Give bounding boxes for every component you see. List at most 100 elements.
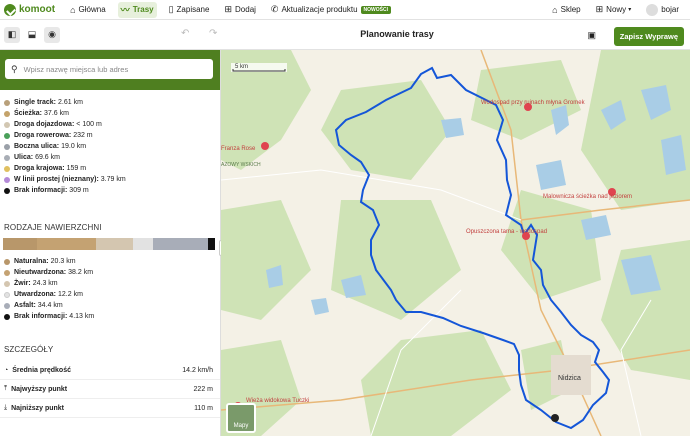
- plus-icon: ⊞: [224, 4, 233, 14]
- legend-dot: [4, 110, 10, 117]
- poi-label: Franza Rose: [221, 146, 256, 152]
- legend-label: Nieutwardzona:: [14, 269, 67, 276]
- legend-dot: [4, 258, 10, 265]
- nav-shop[interactable]: ⌂ Sklep: [549, 2, 583, 18]
- legend-value: 12.2 km: [58, 291, 83, 298]
- legend-label: Brak informacji:: [14, 313, 68, 320]
- legend-value: 20.3 km: [50, 258, 76, 265]
- home-icon: ⌂: [70, 4, 76, 15]
- legend-label: Boczna ulica:: [14, 143, 60, 150]
- legend-dot: [4, 313, 10, 320]
- map-layers-button[interactable]: Mapy: [226, 403, 256, 433]
- town-label: Nidzica: [558, 375, 581, 382]
- legend-value: 34.4 km: [37, 302, 63, 309]
- detail-value: 110 m: [194, 404, 213, 412]
- legend-value: 19.0 km: [61, 143, 87, 150]
- legend-item: Żwir: 24.3 km: [4, 278, 219, 289]
- legend-item: Asfalt: 34.4 km: [4, 300, 219, 311]
- nav-routes-label: Trasy: [132, 5, 154, 14]
- legend-label: Droga dojazdowa:: [14, 121, 75, 128]
- map[interactable]: 5 km Wodospad przy ruinach młyna Gromek …: [221, 50, 690, 436]
- search-input[interactable]: ⚲ Wpisz nazwę miejsca lub adres: [5, 59, 213, 79]
- legend-value: 232 m: [73, 132, 93, 139]
- scale-label: 5 km: [235, 64, 248, 70]
- nav-new[interactable]: ⊞ Nowy ▾: [593, 2, 635, 18]
- split-view-icon[interactable]: ▣: [587, 30, 596, 41]
- legend-dot: [4, 121, 10, 128]
- legend-item: Droga krajowa: 159 m: [4, 163, 219, 174]
- detail-row-speed: ◔ Średnia prędkość 14.2 km/h: [0, 361, 220, 380]
- legend-dot: [4, 154, 10, 161]
- legend-item: Naturalna: 20.3 km: [4, 256, 219, 267]
- detail-value: 14.2 km/h: [182, 366, 213, 374]
- legend-label: Naturalna:: [14, 258, 49, 265]
- nav-add[interactable]: ⊞ Dodaj: [221, 2, 258, 18]
- surface-bar: [3, 238, 215, 250]
- legend-dot: [4, 187, 10, 194]
- legend-item: W linii prostej (nieznany): 3.79 km: [4, 174, 219, 185]
- user-menu[interactable]: bojar: [643, 2, 682, 18]
- surface-legend: Naturalna: 20.3 km Nieutwardzona: 38.2 km …: [4, 256, 219, 322]
- surface-bar-segment: [3, 238, 37, 250]
- legend-item: Boczna ulica: 19.0 km: [4, 141, 219, 152]
- legend-value: 69.6 km: [35, 154, 60, 161]
- search-header: ⚲ Wpisz nazwę miejsca lub adres: [0, 50, 220, 90]
- surface-bar-segment: [96, 238, 133, 250]
- surface-bar-segment: [208, 238, 215, 250]
- legend-item: Nieutwardzona: 38.2 km: [4, 267, 219, 278]
- legend-value: 4.13 km: [69, 313, 95, 320]
- legend-value: 24.3 km: [32, 280, 58, 287]
- komoot-logo-mark: [4, 3, 16, 16]
- new-badge: NOWOŚCI: [360, 5, 391, 14]
- poi-label: Wodospad przy ruinach młyna Gromek: [481, 100, 586, 106]
- detail-label: Najwyższy punkt: [11, 385, 68, 393]
- detail-label: Najniższy punkt: [11, 404, 65, 412]
- legend-dot: [4, 291, 10, 298]
- legend-dot: [4, 99, 10, 106]
- legend-item: Ulica: 69.6 km: [4, 152, 219, 163]
- detail-label: Średnia prędkość: [12, 366, 71, 374]
- save-tour-button[interactable]: Zapisz Wyprawę: [613, 27, 684, 46]
- legend-label: Ścieżka:: [14, 110, 43, 117]
- legend-dot: [4, 165, 10, 172]
- legend-dot: [4, 269, 10, 276]
- nav-shop-label: Sklep: [560, 5, 581, 14]
- nav-home[interactable]: ⌂ Główna: [67, 2, 109, 18]
- nav-product-updates[interactable]: ✆ Aktualizacje produktu NOWOŚCI: [268, 2, 394, 18]
- legend-label: Utwardzona:: [14, 291, 56, 298]
- add-square-icon: ⊞: [595, 4, 604, 14]
- planner-toolbar: ◧ ⬓ ◉ ↶ ↷ Planowanie trasy ▣ Zapisz Wypr…: [0, 20, 690, 50]
- route-icon: 〰: [120, 5, 130, 15]
- highest-point-icon: ⤒: [4, 385, 8, 392]
- legend-label: Single track:: [14, 99, 57, 106]
- legend-value: 37.6 km: [44, 110, 69, 117]
- start-marker[interactable]: [551, 414, 559, 422]
- map-canvas[interactable]: 5 km Wodospad przy ruinach młyna Gromek …: [221, 50, 690, 436]
- surface-bar-segment: [133, 238, 153, 250]
- legend-value: < 100 m: [76, 121, 102, 128]
- legend-value: 3.79 km: [100, 176, 126, 183]
- legend-item: Droga rowerowa: 232 m: [4, 130, 219, 141]
- legend-label: Droga rowerowa:: [14, 132, 72, 139]
- nav-saved[interactable]: ▯ Zapisane: [166, 2, 213, 18]
- legend-dot: [4, 302, 10, 309]
- way-types-legend: Single track: 2.61 km Ścieżka: 37.6 km Dro…: [4, 97, 219, 196]
- legend-dot: [4, 132, 10, 139]
- detail-row-highest: ⤒ Najwyższy punkt 222 m: [0, 380, 220, 399]
- legend-label: Ulica:: [14, 154, 34, 161]
- surface-heading: RODZAJE NAWIERZCHNI: [4, 223, 102, 232]
- nav-home-label: Główna: [78, 5, 106, 14]
- user-name: bojar: [661, 5, 679, 14]
- legend-value: 159 m: [66, 165, 87, 172]
- speed-icon: ◔: [4, 366, 9, 374]
- legend-label: Brak informacji:: [14, 187, 68, 194]
- search-placeholder: Wpisz nazwę miejsca lub adres: [23, 64, 129, 74]
- nav-right: ⌂ Sklep ⊞ Nowy ▾ bojar: [549, 2, 690, 18]
- legend-item: Utwardzona: 12.2 km: [4, 289, 219, 300]
- komoot-logo[interactable]: komoot: [4, 3, 55, 16]
- legend-label: W linii prostej (nieznany):: [14, 176, 99, 183]
- legend-item: Brak informacji: 309 m: [4, 185, 219, 196]
- details-heading: SZCZEGÓŁY: [4, 345, 54, 354]
- nav-routes[interactable]: 〰 Trasy: [117, 1, 157, 18]
- legend-dot: [4, 143, 10, 150]
